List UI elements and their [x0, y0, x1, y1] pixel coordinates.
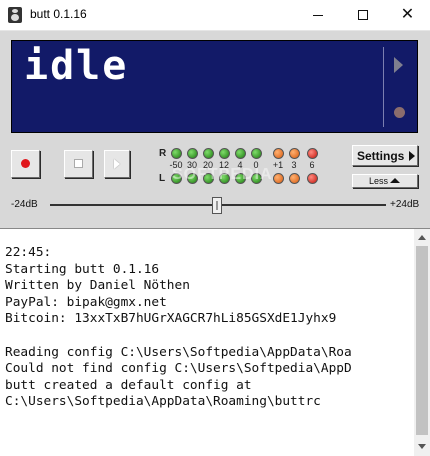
record-button[interactable]: [11, 150, 40, 178]
vu-led-r-1: [171, 148, 182, 159]
log-scrollbar[interactable]: [414, 228, 430, 456]
log-line: Reading config C:\Users\Softpedia\AppDat…: [5, 344, 352, 360]
log-line: Written by Daniel Nöthen: [5, 278, 190, 294]
log-line: Starting butt 0.1.16: [5, 261, 160, 277]
log-line: 22:45:: [5, 245, 52, 260]
status-text: idle: [24, 43, 129, 89]
scroll-down-icon[interactable]: [418, 444, 426, 449]
minimize-icon: [312, 14, 323, 16]
title-bar: butt 0.1.16 ✕: [0, 0, 430, 31]
vu-scale-label: 6: [309, 160, 315, 170]
log-line: C:\Users\Softpedia\AppData\Roaming\buttr…: [5, 394, 321, 410]
stop-icon: [74, 159, 83, 168]
gain-min-label: -24dB: [11, 199, 38, 210]
stop-button[interactable]: [64, 150, 93, 178]
settings-button[interactable]: Settings: [352, 145, 418, 166]
vu-led-r-2: [187, 148, 198, 159]
less-button[interactable]: Less: [352, 174, 418, 188]
vu-led-r-7: [273, 148, 284, 159]
play-icon: [114, 159, 120, 169]
chevron-right-icon: [409, 151, 415, 161]
play-button[interactable]: [104, 150, 130, 178]
vu-led-r-4: [219, 148, 230, 159]
vu-led-r-8: [289, 148, 300, 159]
vu-led-r-9: [307, 148, 318, 159]
maximize-icon: [357, 10, 368, 20]
record-icon: [21, 159, 30, 168]
scrollbar-thumb[interactable]: [416, 246, 428, 435]
log-line: Bitcoin: 13xxTxB7hUGrXAGCR7hLi85GSXdE1Jy…: [5, 311, 337, 327]
maximize-button[interactable]: [340, 0, 385, 30]
chevron-up-icon: [390, 178, 400, 183]
vu-label-left: L: [159, 173, 166, 184]
settings-label: Settings: [357, 149, 405, 163]
vu-led-l-8: [289, 173, 300, 184]
log-line: Could not find config C:\Users\Softpedia…: [5, 361, 352, 377]
vu-led-l-9: [307, 173, 318, 184]
minimize-button[interactable]: [295, 0, 340, 30]
vu-led-r-6: [251, 148, 262, 159]
scroll-up-icon[interactable]: [418, 235, 426, 240]
vu-led-l-7: [273, 173, 284, 184]
log-line: PayPal: bipak@gmx.net: [5, 294, 167, 310]
status-display: idle: [11, 40, 418, 133]
gain-max-label: +24dB: [390, 199, 420, 210]
record-indicator-icon: [394, 107, 405, 118]
log-line: butt created a default config at: [5, 377, 252, 393]
close-icon: ✕: [400, 6, 415, 23]
close-button[interactable]: ✕: [385, 0, 430, 30]
vu-led-r-3: [203, 148, 214, 159]
vu-scale-label: 3: [291, 160, 297, 170]
display-divider: [383, 47, 384, 127]
vu-label-right: R: [159, 148, 167, 159]
speaker-icon: [8, 7, 22, 23]
window-title: butt 0.1.16: [30, 7, 87, 21]
play-indicator-icon: [394, 57, 403, 73]
log-output[interactable]: 22:45: Starting butt 0.1.16 Written by D…: [0, 228, 414, 456]
gain-slider-thumb[interactable]: [212, 197, 222, 214]
watermark: SOFTPEDIA: [172, 166, 273, 183]
vu-led-r-5: [235, 148, 246, 159]
less-label: Less: [369, 176, 389, 186]
